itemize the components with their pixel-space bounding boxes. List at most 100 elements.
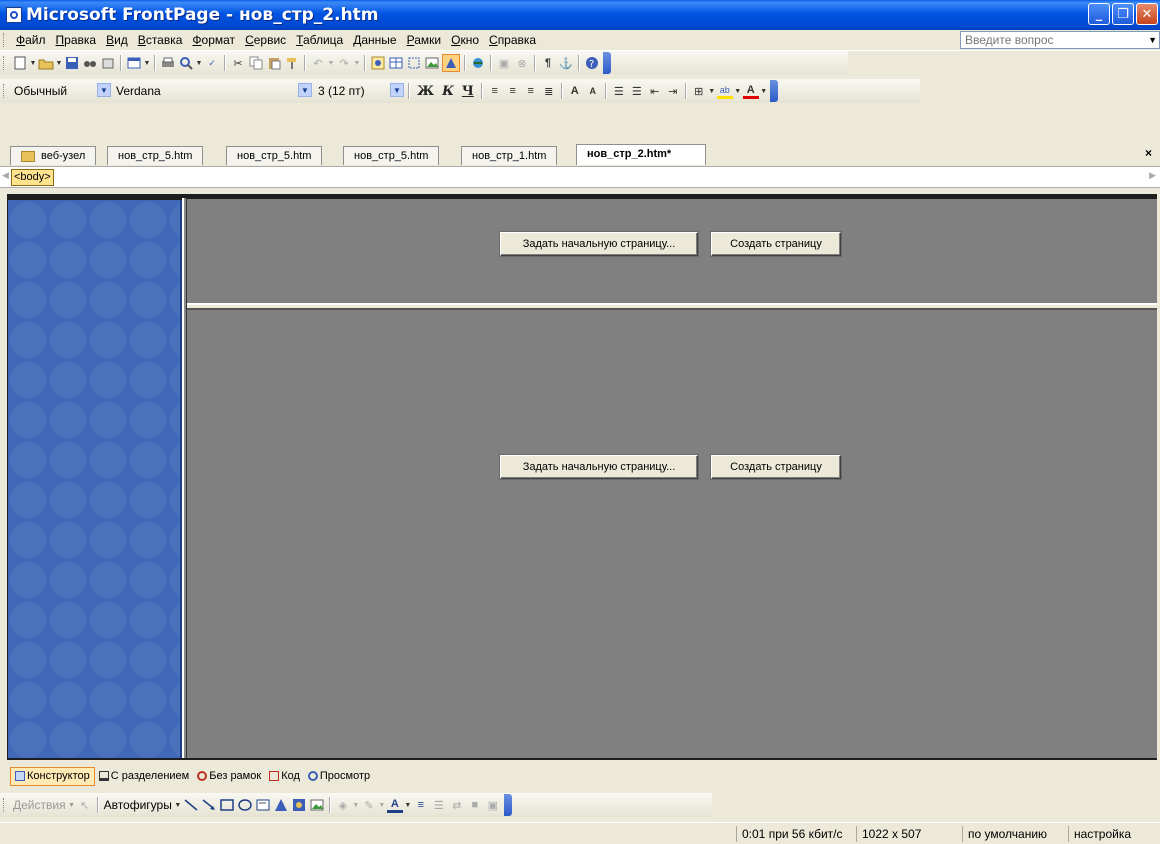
numbered-list-icon[interactable]: ☰ bbox=[611, 83, 627, 99]
menu-file[interactable]: Файл bbox=[11, 33, 51, 47]
publish-icon[interactable] bbox=[100, 55, 116, 71]
select-arrow-icon[interactable]: ↖ bbox=[77, 797, 93, 813]
custom-mode[interactable]: настройка bbox=[1068, 826, 1136, 842]
insert-picture-icon[interactable] bbox=[424, 55, 440, 71]
menu-tools[interactable]: Сервис bbox=[240, 33, 291, 47]
fill-color-icon[interactable]: ◈ bbox=[335, 797, 351, 813]
dropdown-icon[interactable]: ▼ bbox=[196, 55, 203, 71]
actions-menu[interactable]: Действия bbox=[11, 798, 68, 812]
new-page-button[interactable]: Создать страницу bbox=[711, 232, 841, 256]
toolbar-options-icon[interactable] bbox=[603, 52, 611, 74]
chevron-down-icon[interactable]: ▼ bbox=[298, 83, 312, 97]
picture-icon[interactable] bbox=[309, 797, 325, 813]
main-frame[interactable]: Задать начальную страницу... Создать стр… bbox=[187, 310, 1157, 758]
tab-design[interactable]: Конструктор bbox=[10, 766, 95, 786]
web-component-icon[interactable] bbox=[370, 55, 386, 71]
dropdown-icon[interactable]: ▼ bbox=[354, 55, 361, 71]
toolbar-grip[interactable] bbox=[3, 33, 7, 47]
size-select[interactable]: 3 (12 пт) ▼ bbox=[315, 82, 405, 100]
increase-font-icon[interactable]: A bbox=[567, 83, 583, 99]
dropdown-icon[interactable]: ▼ bbox=[174, 797, 181, 813]
preview-icon[interactable] bbox=[178, 55, 194, 71]
set-initial-page-button[interactable]: Задать начальную страницу... bbox=[500, 455, 698, 479]
default-mode[interactable]: по умолчанию bbox=[962, 826, 1052, 842]
minimize-button[interactable]: _ bbox=[1088, 3, 1110, 25]
tab-page[interactable]: нов_стр_1.htm bbox=[461, 146, 558, 165]
frame-divider-horizontal[interactable] bbox=[187, 303, 1157, 310]
line-color-icon[interactable]: ✎ bbox=[361, 797, 377, 813]
toolbar-grip[interactable] bbox=[3, 56, 7, 70]
dropdown-icon[interactable]: ▼ bbox=[404, 797, 411, 813]
menu-table[interactable]: Таблица bbox=[291, 33, 348, 47]
toolbar-grip[interactable] bbox=[3, 84, 7, 98]
decrease-indent-icon[interactable]: ⇤ bbox=[647, 83, 663, 99]
line-style-icon[interactable]: ≡ bbox=[413, 797, 429, 813]
stop-icon[interactable]: ⊗ bbox=[514, 55, 530, 71]
line-icon[interactable] bbox=[183, 797, 199, 813]
dropdown-icon[interactable]: ▼ bbox=[68, 797, 75, 813]
menu-window[interactable]: Окно bbox=[446, 33, 484, 47]
align-center-icon[interactable]: ≡ bbox=[505, 83, 521, 99]
dropdown-icon[interactable]: ▼ bbox=[708, 83, 715, 99]
dropdown-icon[interactable]: ▼ bbox=[760, 83, 767, 99]
shadow-icon[interactable]: ■ bbox=[467, 797, 483, 813]
copy-icon[interactable] bbox=[248, 55, 264, 71]
bold-button[interactable]: Ж bbox=[413, 84, 438, 99]
show-all-icon[interactable]: ¶ bbox=[540, 55, 556, 71]
font-select[interactable]: Verdana ▼ bbox=[113, 82, 313, 100]
insert-layer-icon[interactable] bbox=[406, 55, 422, 71]
top-frame[interactable]: Задать начальную страницу... Создать стр… bbox=[187, 199, 1157, 303]
tab-page[interactable]: нов_стр_5.htm bbox=[107, 146, 204, 165]
toolbar-options-icon[interactable] bbox=[769, 80, 778, 102]
cut-icon[interactable]: ✂ bbox=[230, 55, 246, 71]
menu-view[interactable]: Вид bbox=[101, 33, 133, 47]
text-box-icon[interactable] bbox=[255, 797, 271, 813]
paste-icon[interactable] bbox=[266, 55, 282, 71]
highlight-icon[interactable]: ab bbox=[716, 84, 733, 99]
drawing-toggle-icon[interactable] bbox=[442, 54, 460, 72]
tab-active-page[interactable]: нов_стр_2.htm* bbox=[576, 144, 706, 165]
insert-table-icon[interactable] bbox=[388, 55, 404, 71]
dropdown-icon[interactable]: ▼ bbox=[378, 797, 385, 813]
menu-help[interactable]: Справка bbox=[484, 33, 541, 47]
toolbar-grip[interactable] bbox=[3, 798, 7, 812]
open-folder-icon[interactable] bbox=[38, 55, 54, 71]
bulleted-list-icon[interactable]: ☰ bbox=[629, 83, 645, 99]
help-icon[interactable]: ? bbox=[584, 55, 600, 71]
arrow-icon[interactable] bbox=[201, 797, 217, 813]
justify-icon[interactable]: ≣ bbox=[541, 83, 557, 99]
body-tag[interactable]: <body> bbox=[11, 169, 54, 186]
dropdown-icon[interactable]: ▼ bbox=[328, 55, 335, 71]
borders-icon[interactable]: ⊞ bbox=[691, 83, 707, 99]
search-icon[interactable] bbox=[82, 55, 98, 71]
dropdown-icon[interactable]: ▼ bbox=[56, 55, 63, 71]
close-icon[interactable]: × bbox=[1145, 146, 1152, 160]
tab-page[interactable]: нов_стр_5.htm bbox=[226, 146, 323, 165]
menu-edit[interactable]: Правка bbox=[51, 33, 102, 47]
style-select[interactable]: Обычный ▼ bbox=[11, 82, 111, 100]
redo-icon[interactable]: ↷ bbox=[336, 55, 352, 71]
set-initial-page-button[interactable]: Задать начальную страницу... bbox=[500, 232, 698, 256]
tab-split[interactable]: С разделением bbox=[95, 768, 194, 785]
italic-button[interactable]: К bbox=[438, 84, 458, 99]
oval-icon[interactable] bbox=[237, 797, 253, 813]
tab-preview[interactable]: Просмотр bbox=[304, 768, 374, 785]
dash-style-icon[interactable]: ☰ bbox=[431, 797, 447, 813]
tab-no-frames[interactable]: Без рамок bbox=[193, 768, 265, 785]
frontpage-app-icon[interactable] bbox=[6, 7, 22, 23]
align-left-icon[interactable]: ≡ bbox=[487, 83, 503, 99]
chevron-down-icon[interactable]: ▼ bbox=[1148, 32, 1157, 48]
restore-button[interactable]: ❐ bbox=[1112, 3, 1134, 25]
increase-indent-icon[interactable]: ⇥ bbox=[665, 83, 681, 99]
dropdown-icon[interactable]: ▼ bbox=[144, 55, 151, 71]
new-page-icon[interactable] bbox=[12, 55, 28, 71]
spelling-icon[interactable]: ✓ bbox=[204, 55, 220, 71]
tab-page[interactable]: нов_стр_5.htm bbox=[343, 146, 440, 165]
font-color-icon[interactable]: A bbox=[742, 84, 759, 99]
chevron-left-icon[interactable]: ◀ bbox=[2, 170, 9, 181]
align-right-icon[interactable]: ≡ bbox=[523, 83, 539, 99]
undo-icon[interactable]: ↶ bbox=[310, 55, 326, 71]
save-icon[interactable] bbox=[64, 55, 80, 71]
arrow-style-icon[interactable]: ⇄ bbox=[449, 797, 465, 813]
underline-button[interactable]: Ч bbox=[458, 84, 478, 99]
